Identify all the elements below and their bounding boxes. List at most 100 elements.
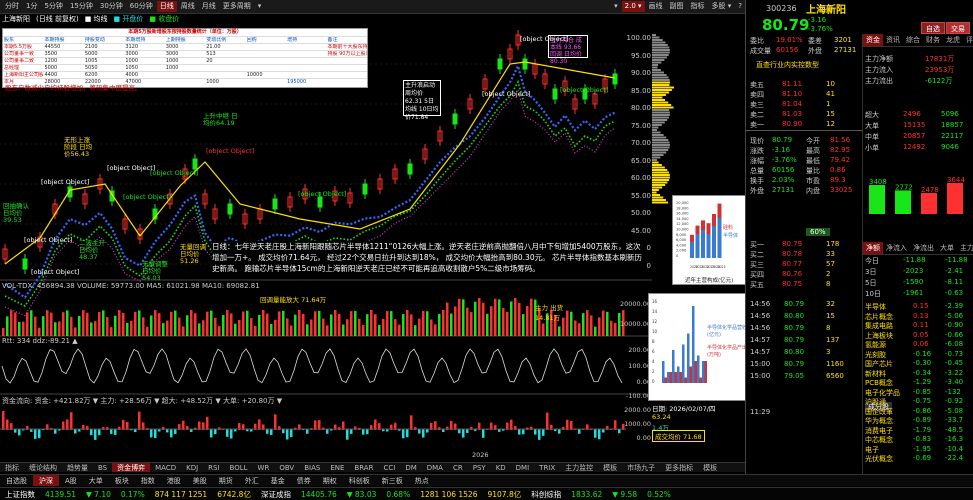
indicator-tab-2[interactable]: 趋势量 [62, 463, 93, 472]
toolbar-tool-0[interactable]: ▾ [611, 1, 621, 12]
period-tab-4[interactable]: 30分钟 [97, 1, 126, 12]
market-tab-3[interactable]: 大单 [83, 475, 109, 486]
period-tab-5[interactable]: 60分钟 [127, 1, 156, 12]
indicator-tab-25[interactable]: 更多指标 [660, 463, 698, 472]
indicator-tab-19[interactable]: KD [491, 463, 511, 472]
indicator-tab-23[interactable]: 模板 [598, 463, 622, 472]
market-tab-13[interactable]: 科创板 [343, 475, 376, 486]
concept-name[interactable]: 半导体 [865, 302, 886, 312]
toolbar-tool-2[interactable]: 画线 [646, 1, 666, 12]
fund-tab-2[interactable]: 综合 [903, 34, 923, 46]
concept-name[interactable]: 华为概念 [865, 416, 893, 426]
toolbar-tool-4[interactable]: 指标 [688, 1, 708, 12]
market-tab-11[interactable]: 债券 [291, 475, 317, 486]
market-tab-8[interactable]: 期货 [213, 475, 239, 486]
concept-name[interactable]: 中芯概念 [865, 435, 893, 445]
indicator-tab-16[interactable]: DMA [422, 463, 448, 472]
period-tab-6[interactable]: 日线 [156, 1, 177, 12]
market-tab-12[interactable]: 期权 [317, 475, 343, 486]
period-tab-2[interactable]: 5分钟 [41, 1, 65, 12]
toolbar-tool-6[interactable]: ? [735, 1, 745, 12]
concept-name[interactable]: 芯片概念 [865, 312, 893, 322]
concept-name[interactable]: 电子 [865, 445, 879, 455]
buy-price[interactable]: 80.75 [782, 280, 802, 288]
fund-subtab-2[interactable]: 净流出 [910, 242, 937, 254]
toolbar-tool-5[interactable]: 多股 ▾ [709, 1, 735, 12]
indicator-tab-22[interactable]: 主力监控 [560, 463, 598, 472]
market-tab-15[interactable]: 热点 [409, 475, 435, 486]
period-tab-8[interactable]: 月线 [199, 1, 219, 12]
period-tab-1[interactable]: 1分 [23, 1, 40, 12]
buy-price[interactable]: 80.76 [782, 270, 802, 278]
market-tab-6[interactable]: 港股 [161, 475, 187, 486]
concept-name[interactable]: PCB概念 [865, 378, 893, 388]
fund-subtab-3[interactable]: 大单 [937, 242, 957, 254]
indicator-tab-26[interactable]: 模板 [698, 463, 722, 472]
concept-name[interactable]: 电子化学品 [865, 388, 900, 398]
market-tab-14[interactable]: 新三板 [376, 475, 409, 486]
indicator-tab-7[interactable]: RSI [203, 463, 224, 472]
concept-name[interactable]: 新材料 [865, 369, 886, 379]
indicator-tab-12[interactable]: ENE [325, 463, 349, 472]
toolbar-tool-3[interactable]: 副图 [667, 1, 687, 12]
sell-price[interactable]: 81.04 [782, 100, 802, 108]
indicator-tab-0[interactable]: 指标 [0, 463, 24, 472]
indicator-tab-1[interactable]: 缠论结构 [24, 463, 62, 472]
concept-name[interactable]: 集成电路 [865, 321, 893, 331]
indicator-tab-14[interactable]: CCI [378, 463, 400, 472]
market-tab-4[interactable]: 板块 [109, 475, 135, 486]
sell-price[interactable]: 81.10 [782, 90, 802, 98]
period-tab-10[interactable]: ▾ [255, 1, 265, 12]
concept-name[interactable]: 消费电子 [865, 426, 893, 436]
toolbar-tool-1[interactable]: 2.0 ▾ [621, 1, 645, 12]
fund-subtab-0[interactable]: 净额 [863, 242, 883, 254]
indicator-tab-6[interactable]: KDJ [181, 463, 203, 472]
indicator-tab-4[interactable]: 资金博弈 [112, 463, 151, 472]
indicator-tab-5[interactable]: MACD [150, 463, 181, 472]
buy-price[interactable]: 80.78 [782, 250, 802, 258]
concept-name[interactable]: 光伏概念 [865, 454, 893, 464]
indicator-tab-10[interactable]: OBV [274, 463, 299, 472]
market-tab-5[interactable]: 指数 [135, 475, 161, 486]
period-tab-9[interactable]: 更多周期 [220, 1, 254, 12]
concept-name[interactable]: 氢能源 [865, 340, 886, 350]
concept-name[interactable]: 国产芯片 [865, 359, 893, 369]
period-tab-3[interactable]: 15分钟 [67, 1, 96, 12]
fund-tab-1[interactable]: 资讯 [883, 34, 903, 46]
market-tab-0[interactable]: 自选股 [0, 475, 33, 486]
add-watchlist-button[interactable]: 自选 [921, 22, 945, 34]
fund-tab-3[interactable]: 财务 [923, 34, 943, 46]
buy-price[interactable]: 80.79 [782, 240, 802, 248]
concept-name[interactable]: 沪股通 [865, 397, 886, 407]
concept-name[interactable]: 上海板块 [865, 331, 893, 341]
sell-price[interactable]: 81.11 [782, 80, 802, 88]
indicator-tab-11[interactable]: BIAS [299, 463, 325, 472]
fund-subtab-1[interactable]: 净流入 [883, 242, 910, 254]
period-tab-0[interactable]: 分时 [2, 1, 22, 12]
market-tab-9[interactable]: 外汇 [239, 475, 265, 486]
fund-tab-4[interactable]: 龙虎 [943, 34, 963, 46]
sell-price[interactable]: 81.03 [782, 110, 802, 118]
market-tab-2[interactable]: A股 [59, 475, 83, 486]
market-tab-1[interactable]: 沪深 [33, 475, 59, 486]
indicator-tab-20[interactable]: DMI [511, 463, 535, 472]
indicator-tab-15[interactable]: DM [400, 463, 421, 472]
fund-tab-0[interactable]: 资金 [863, 34, 883, 46]
indicator-tab-9[interactable]: WR [253, 463, 275, 472]
indicator-tab-3[interactable]: BS [93, 463, 112, 472]
fund-subtab-4[interactable]: 主力 [957, 242, 973, 254]
market-tab-7[interactable]: 美股 [187, 475, 213, 486]
trade-button[interactable]: 交易 [946, 22, 970, 34]
sell-price[interactable]: 80.90 [782, 120, 802, 128]
fund-tab-5[interactable]: 评级 [963, 34, 973, 46]
indicator-tab-8[interactable]: BOLL [225, 463, 253, 472]
period-tab-7[interactable]: 周线 [178, 1, 198, 12]
concept-name[interactable]: 国企改革 [865, 407, 893, 417]
buy-price[interactable]: 80.77 [782, 260, 802, 268]
concept-name[interactable]: 光刻胶 [865, 350, 886, 360]
indicator-tab-17[interactable]: CR [448, 463, 468, 472]
indicator-tab-21[interactable]: TRIX [534, 463, 560, 472]
market-tab-10[interactable]: 基金 [265, 475, 291, 486]
indicator-tab-24[interactable]: 市场九子 [622, 463, 660, 472]
indicator-tab-18[interactable]: PSY [468, 463, 491, 472]
